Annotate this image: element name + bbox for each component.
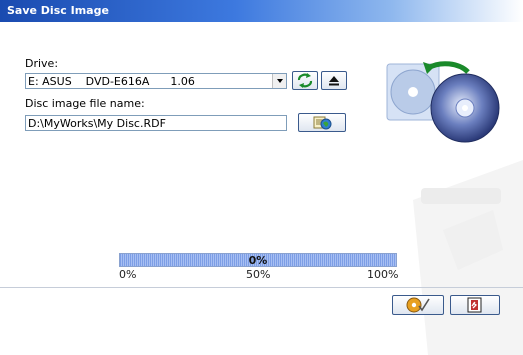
exit-icon	[467, 297, 482, 313]
progress-tick-50: 50%	[246, 268, 271, 281]
refresh-drive-button[interactable]	[292, 71, 318, 90]
progress-percent-text: 0%	[248, 254, 268, 267]
progress-tick-100: 100%	[367, 268, 399, 281]
disc-image-icon	[386, 61, 500, 143]
drive-label: Drive:	[25, 57, 59, 70]
separator	[0, 287, 523, 288]
progress-bar: 0%	[119, 253, 397, 267]
browse-folder-icon	[313, 116, 332, 130]
window-title: Save Disc Image	[7, 4, 109, 17]
drive-selected-value: E: ASUS DVD-E616A 1.06	[28, 75, 195, 88]
exit-button[interactable]	[450, 295, 500, 315]
drive-select[interactable]: E: ASUS DVD-E616A 1.06	[25, 73, 287, 89]
image-file-path-input[interactable]: D:\MyWorks\My Disc.RDF	[25, 115, 287, 131]
save-disc-image-window: Save Disc Image Drive: E: ASUS DVD-E616A…	[0, 0, 523, 355]
title-bar: Save Disc Image	[0, 0, 523, 22]
background-watermark-icon	[413, 160, 523, 355]
browse-file-button[interactable]	[298, 113, 346, 132]
refresh-icon	[297, 73, 313, 88]
save-disc-icon	[406, 297, 430, 313]
image-file-path-value: D:\MyWorks\My Disc.RDF	[28, 117, 166, 130]
image-file-label: Disc image file name:	[25, 97, 145, 110]
save-button[interactable]	[392, 295, 444, 315]
progress-tick-0: 0%	[119, 268, 137, 281]
eject-icon	[329, 76, 339, 86]
chevron-down-icon[interactable]	[272, 74, 286, 88]
eject-button[interactable]	[321, 71, 347, 90]
